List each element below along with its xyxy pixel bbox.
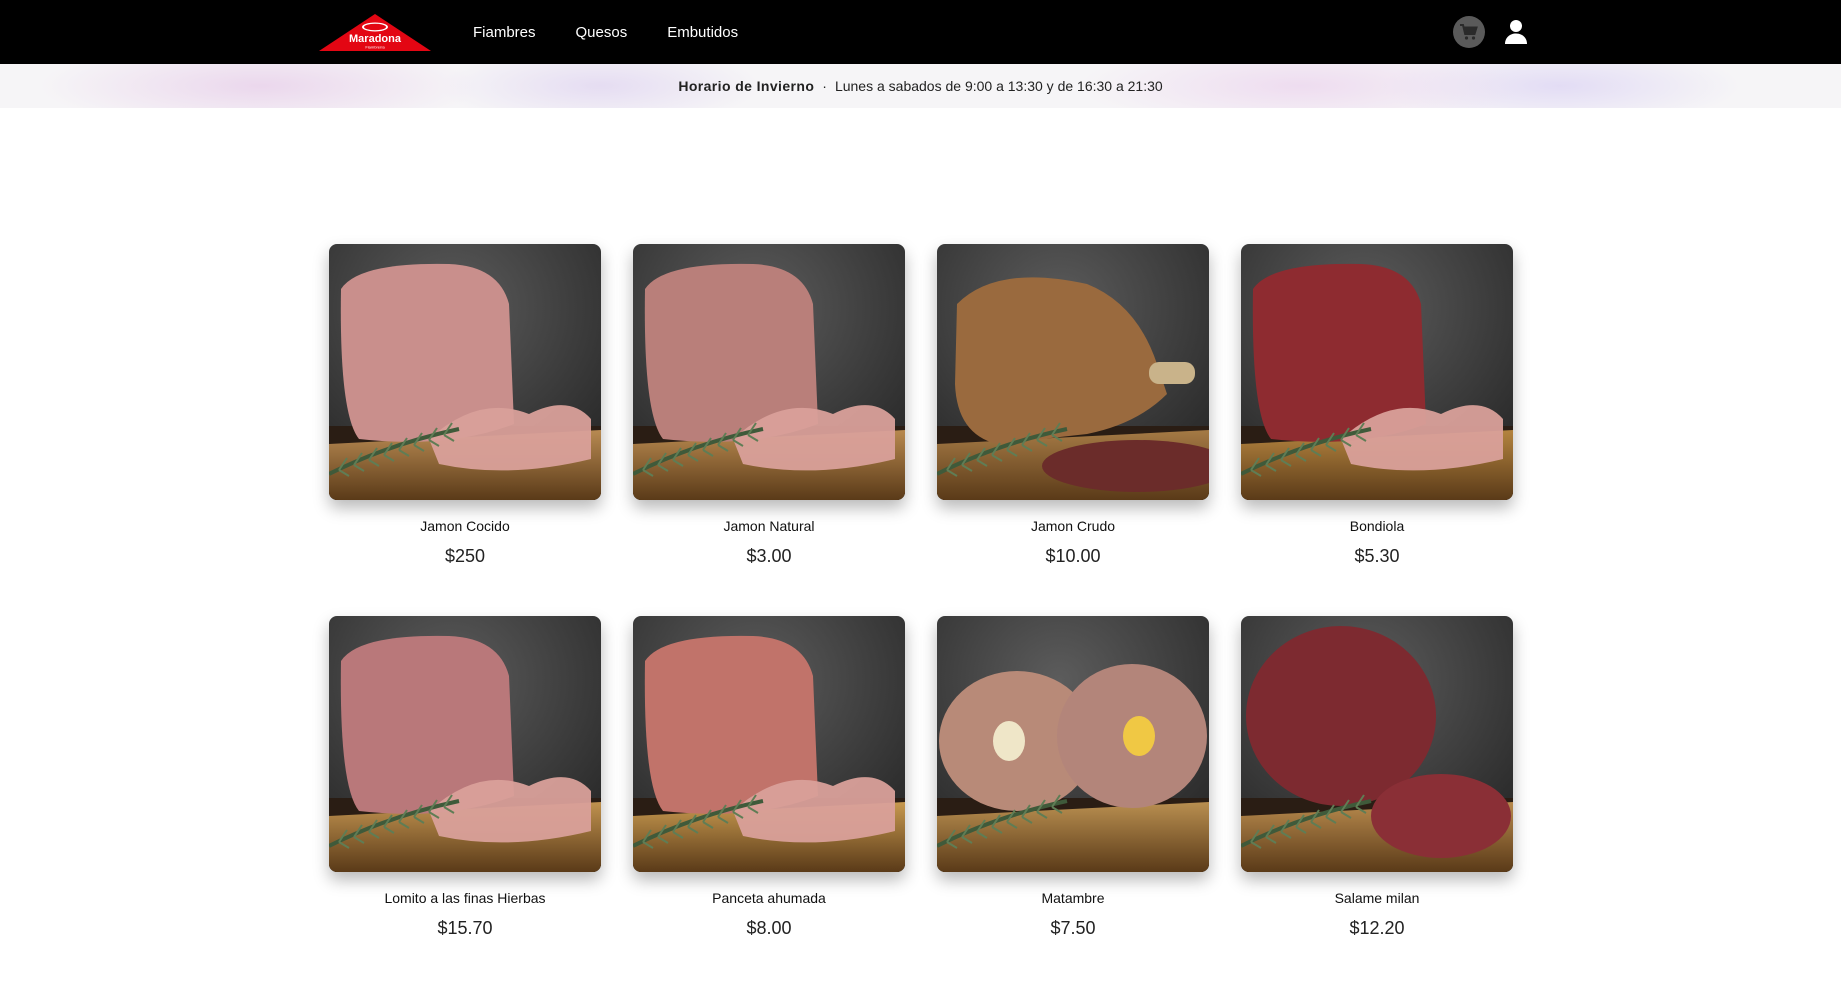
product-card[interactable]: Lomito a las finas Hierbas $15.70 bbox=[329, 616, 601, 988]
product-image[interactable] bbox=[937, 616, 1209, 872]
product-card[interactable]: Panceta ahumada $8.00 bbox=[633, 616, 905, 988]
nav-link-embutidos[interactable]: Embutidos bbox=[667, 24, 738, 41]
product-image[interactable] bbox=[329, 244, 601, 500]
product-name: Salame milan bbox=[1334, 890, 1420, 906]
product-name: Matambre bbox=[1041, 890, 1105, 906]
product-price: $3.00 bbox=[746, 546, 792, 566]
top-navbar: Maradona Fiambrería Fiambres Quesos Embu… bbox=[0, 0, 1841, 64]
product-card[interactable]: Jamon Cocido $250 bbox=[329, 244, 601, 616]
product-image[interactable] bbox=[1241, 616, 1513, 872]
nav-link-fiambres[interactable]: Fiambres bbox=[473, 24, 536, 41]
product-image[interactable] bbox=[633, 244, 905, 500]
logo-badge-text: Fiambrería bbox=[365, 45, 385, 50]
product-price: $8.00 bbox=[746, 918, 792, 938]
product-price: $5.30 bbox=[1354, 546, 1400, 566]
logo-brand-text: Maradona bbox=[349, 33, 402, 45]
product-price: $250 bbox=[444, 546, 486, 566]
product-card[interactable]: Salame milan $12.20 bbox=[1241, 616, 1513, 988]
product-name: Jamon Natural bbox=[723, 518, 815, 534]
hours-title: Horario de Invierno bbox=[678, 78, 815, 94]
product-price: $12.20 bbox=[1349, 918, 1405, 938]
main-nav: Fiambres Quesos Embutidos bbox=[473, 0, 778, 64]
product-card[interactable]: Jamon Natural $3.00 bbox=[633, 244, 905, 616]
nav-link-quesos[interactable]: Quesos bbox=[576, 24, 628, 41]
user-account-button[interactable] bbox=[1500, 16, 1532, 48]
product-image[interactable] bbox=[633, 616, 905, 872]
product-name: Panceta ahumada bbox=[712, 890, 826, 906]
product-card[interactable]: Jamon Crudo $10.00 bbox=[937, 244, 1209, 616]
product-image[interactable] bbox=[329, 616, 601, 872]
cart-icon bbox=[1460, 24, 1478, 40]
product-image[interactable] bbox=[1241, 244, 1513, 500]
product-name: Jamon Cocido bbox=[420, 518, 510, 534]
user-icon bbox=[1505, 20, 1527, 44]
product-price: $10.00 bbox=[1045, 546, 1101, 566]
product-name: Lomito a las finas Hierbas bbox=[384, 890, 546, 906]
hours-text: Lunes a sabados de 9:00 a 13:30 y de 16:… bbox=[834, 78, 1163, 94]
hours-separator: · bbox=[822, 78, 827, 94]
maradona-logo[interactable]: Maradona Fiambrería bbox=[317, 13, 433, 52]
product-image[interactable] bbox=[937, 244, 1209, 500]
product-price: $15.70 bbox=[437, 918, 493, 938]
hours-banner: Horario de Invierno · Lunes a sabados de… bbox=[0, 64, 1841, 108]
product-name: Jamon Crudo bbox=[1030, 518, 1116, 534]
product-name: Bondiola bbox=[1349, 518, 1405, 534]
product-card[interactable]: Bondiola $5.30 bbox=[1241, 244, 1513, 616]
product-grid: Jamon Cocido $250 Jamon Natural $3.00 Ja… bbox=[329, 244, 1513, 988]
product-card[interactable]: Matambre $7.50 bbox=[937, 616, 1209, 988]
product-price: $7.50 bbox=[1050, 918, 1096, 938]
cart-button[interactable] bbox=[1453, 16, 1485, 48]
